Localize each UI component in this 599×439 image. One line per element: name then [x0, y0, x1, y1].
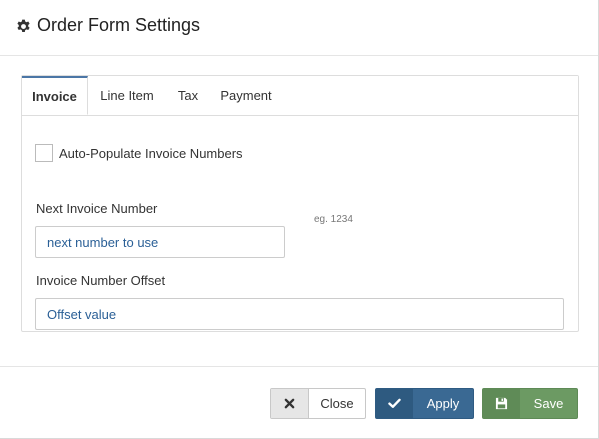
dialog-body: Invoice Line Item Tax Payment Auto-Popul… — [0, 56, 598, 366]
settings-panel: Invoice Line Item Tax Payment Auto-Popul… — [21, 75, 579, 332]
next-invoice-number-input[interactable] — [35, 226, 285, 258]
next-invoice-number-hint: eg. 1234 — [314, 214, 353, 225]
next-invoice-number-label: Next Invoice Number — [36, 201, 158, 216]
close-button-label: Close — [320, 396, 354, 411]
dialog-title: Order Form Settings — [16, 15, 200, 36]
auto-populate-checkbox[interactable] — [35, 144, 53, 162]
order-form-settings-dialog: Order Form Settings Invoice Line Item Ta… — [0, 0, 599, 439]
save-button[interactable]: Save — [482, 388, 578, 419]
auto-populate-row: Auto-Populate Invoice Numbers — [35, 144, 243, 162]
save-button-label: Save — [533, 396, 564, 411]
apply-button[interactable]: Apply — [375, 388, 474, 419]
dialog-footer: Close Apply Save — [0, 366, 598, 439]
tab-bar: Invoice Line Item Tax Payment — [22, 76, 578, 116]
close-button[interactable]: Close — [270, 388, 366, 419]
gear-icon — [16, 18, 31, 33]
invoice-number-offset-input[interactable] — [35, 298, 564, 330]
tab-tax[interactable]: Tax — [174, 76, 202, 115]
tab-line-item[interactable]: Line Item — [96, 76, 158, 115]
invoice-tab-content: Auto-Populate Invoice Numbers Next Invoi… — [22, 116, 578, 331]
checkmark-icon — [376, 389, 413, 418]
auto-populate-label[interactable]: Auto-Populate Invoice Numbers — [59, 146, 243, 161]
tab-invoice[interactable]: Invoice — [22, 76, 88, 115]
close-icon — [271, 389, 309, 418]
floppy-disk-icon — [483, 389, 520, 418]
tab-payment[interactable]: Payment — [218, 76, 274, 115]
dialog-header: Order Form Settings — [0, 0, 598, 56]
invoice-number-offset-label: Invoice Number Offset — [36, 273, 166, 288]
apply-button-label: Apply — [426, 396, 460, 411]
dialog-title-text: Order Form Settings — [37, 15, 201, 35]
